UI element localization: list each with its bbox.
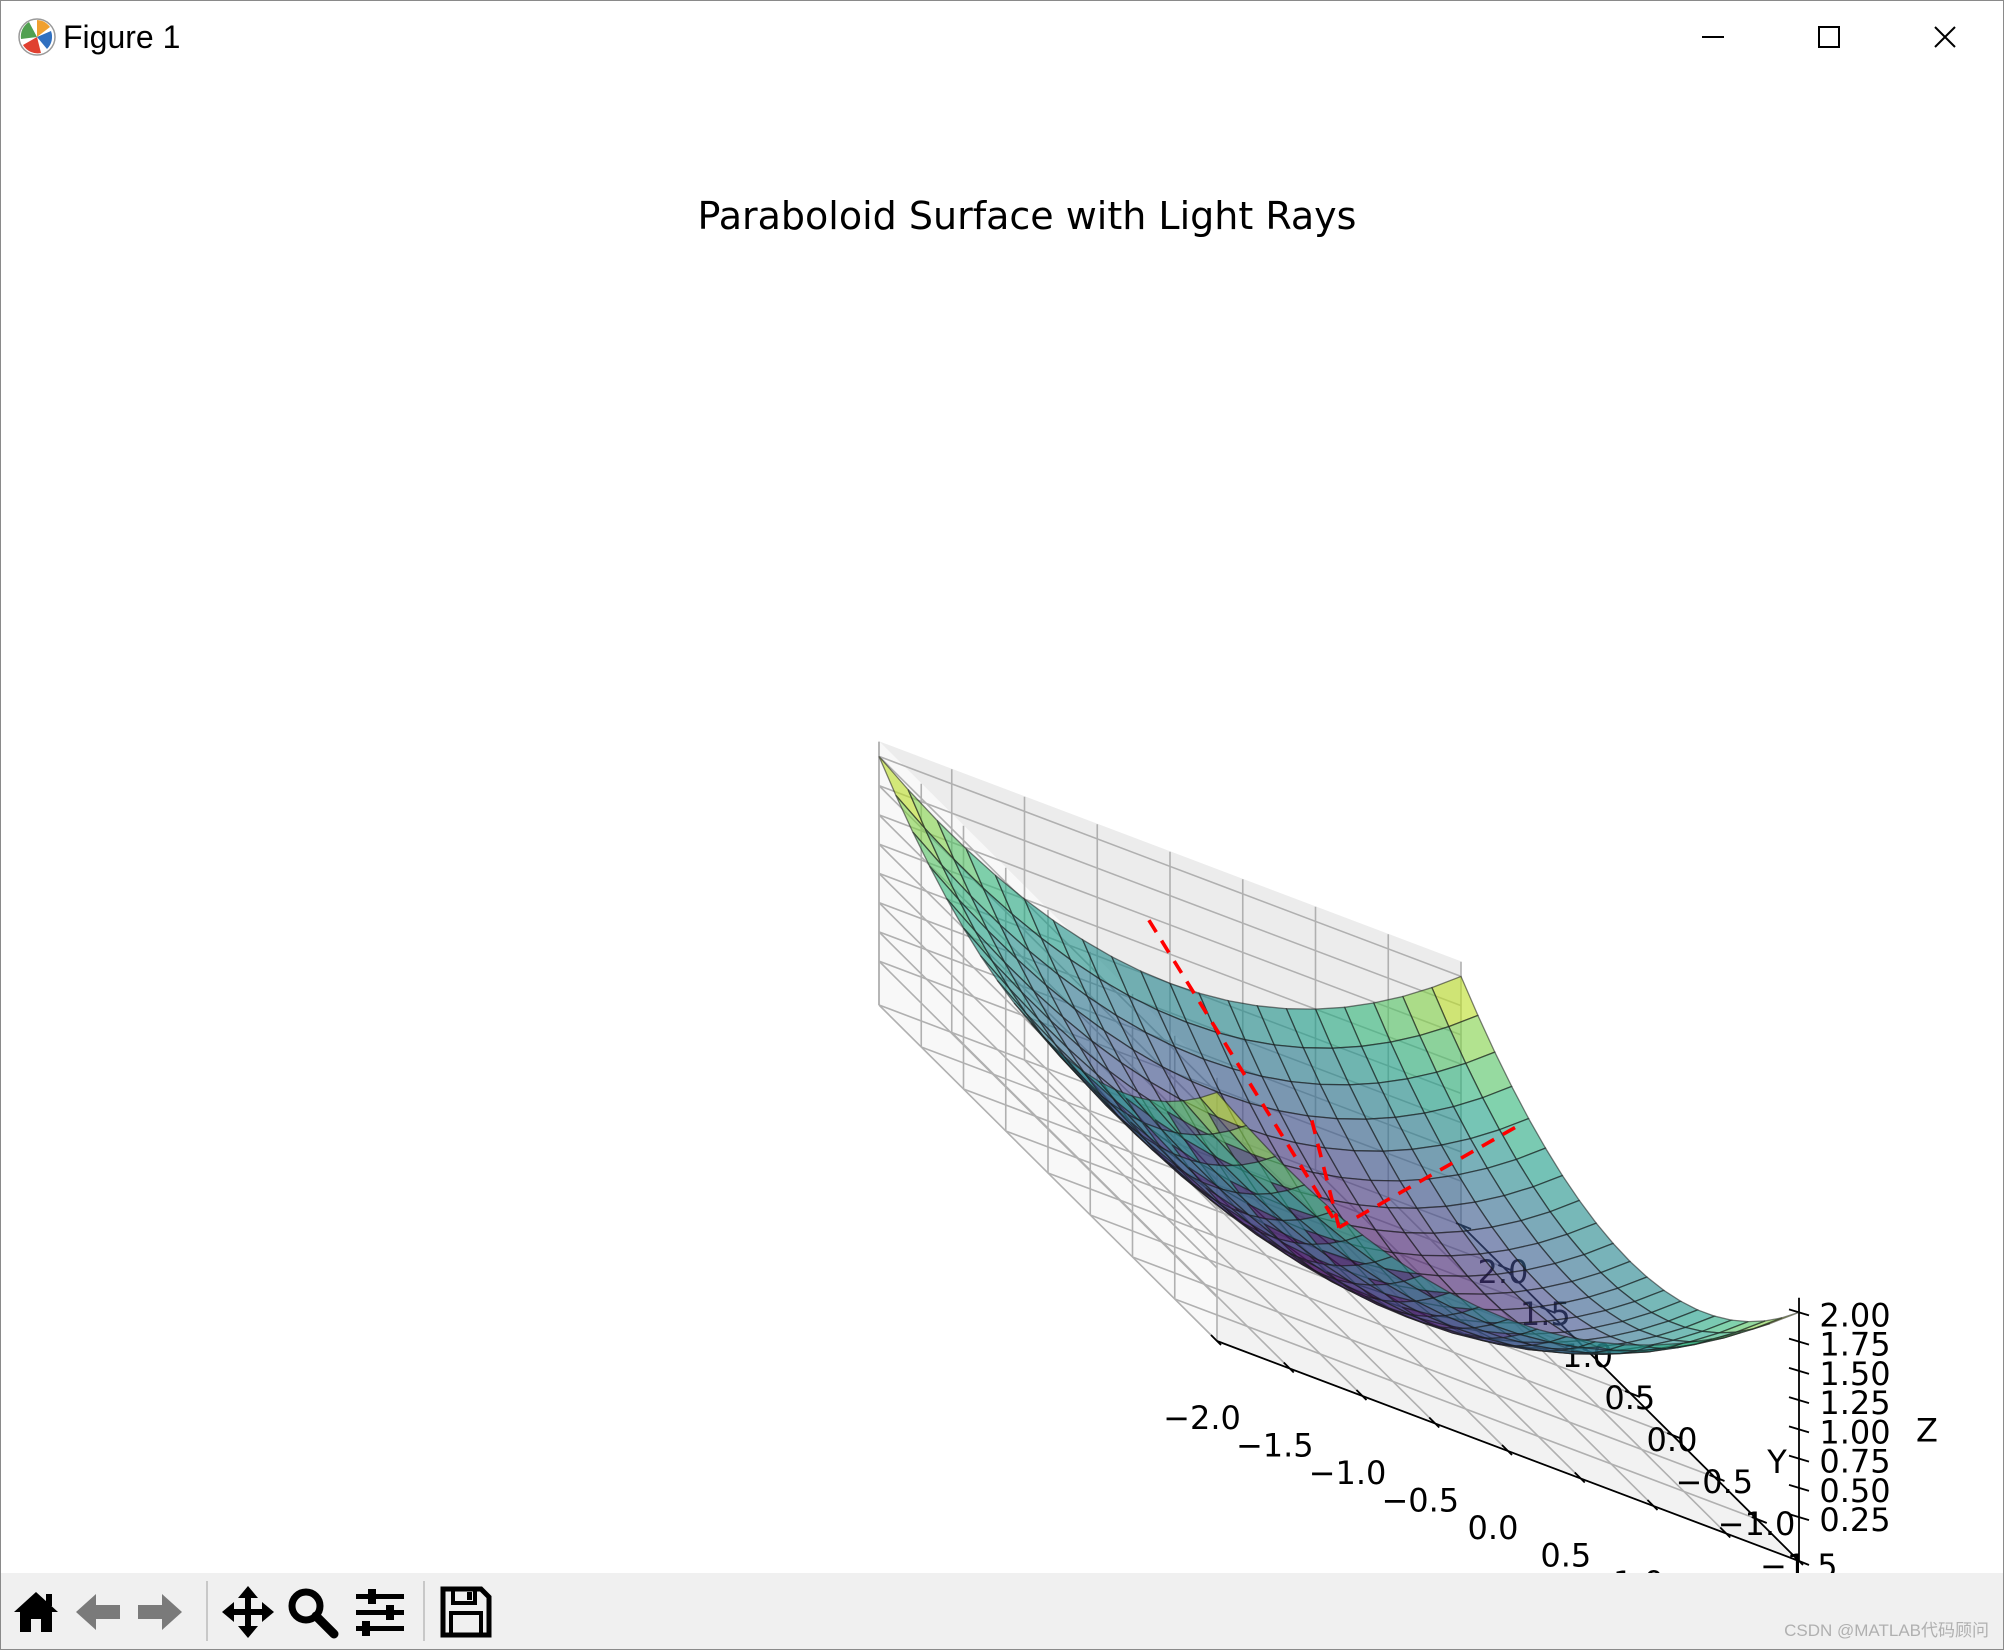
- toolbar-separator: [206, 1581, 208, 1641]
- configure-subplots-button[interactable]: [351, 1583, 409, 1641]
- back-icon: [76, 1594, 120, 1630]
- y-tick-label: −1.5: [1760, 1547, 1838, 1573]
- navigation-toolbar: CSDN @MATLAB代码顾问: [1, 1573, 2003, 1649]
- matplotlib-app-icon: [18, 18, 56, 56]
- maximize-button[interactable]: [1771, 1, 1887, 73]
- back-button[interactable]: [69, 1583, 127, 1641]
- close-button[interactable]: [1887, 1, 2003, 73]
- x-tick-label: −2.0: [1163, 1399, 1241, 1437]
- chart-title: Paraboloid Surface with Light Rays: [698, 194, 1357, 238]
- forward-button[interactable]: [131, 1583, 189, 1641]
- configure-subplots-icon: [356, 1589, 404, 1636]
- toolbar-separator: [423, 1581, 425, 1641]
- home-button[interactable]: [7, 1583, 65, 1641]
- forward-icon: [138, 1594, 182, 1630]
- zoom-icon: [288, 1588, 339, 1639]
- x-tick-label: −0.5: [1381, 1482, 1459, 1520]
- save-button[interactable]: [437, 1583, 495, 1641]
- home-icon: [14, 1592, 58, 1632]
- y-axis-label: Y: [1766, 1443, 1787, 1481]
- z-axis-ticks: 0.250.500.751.001.251.501.752.00: [1788, 1296, 1891, 1539]
- z-axis-label: Z: [1916, 1411, 1938, 1449]
- plot-3d[interactable]: Paraboloid Surface with Light Rays −2.0−…: [1, 73, 2003, 1650]
- pan-icon: [222, 1586, 274, 1638]
- y-tick-label: −0.5: [1675, 1463, 1753, 1501]
- minimize-button[interactable]: [1655, 1, 1771, 73]
- maximize-icon: [1818, 26, 1840, 48]
- x-tick-label: 0.5: [1540, 1537, 1591, 1574]
- x-tick-label: −1.5: [1236, 1427, 1314, 1465]
- window-title: Figure 1: [63, 19, 181, 55]
- close-icon: [1934, 26, 1956, 48]
- watermark: CSDN @MATLAB代码顾问: [1784, 1621, 1989, 1640]
- y-tick-label: 0.5: [1604, 1379, 1655, 1417]
- y-tick-label: 0.0: [1647, 1421, 1698, 1459]
- x-tick-label: 0.0: [1468, 1509, 1519, 1547]
- x-tick-label: 1.0: [1613, 1564, 1664, 1573]
- window-titlebar: Figure 1: [1, 1, 2003, 73]
- z-tick-label: 2.00: [1819, 1296, 1890, 1334]
- pan-button[interactable]: [219, 1583, 277, 1641]
- save-icon: [440, 1586, 492, 1638]
- x-tick-label: −1.0: [1309, 1454, 1387, 1492]
- minimize-icon: [1702, 36, 1724, 38]
- figure-canvas[interactable]: Paraboloid Surface with Light Rays −2.0−…: [1, 73, 2003, 1650]
- zoom-button[interactable]: [283, 1583, 341, 1641]
- y-tick-label: −1.0: [1718, 1505, 1796, 1543]
